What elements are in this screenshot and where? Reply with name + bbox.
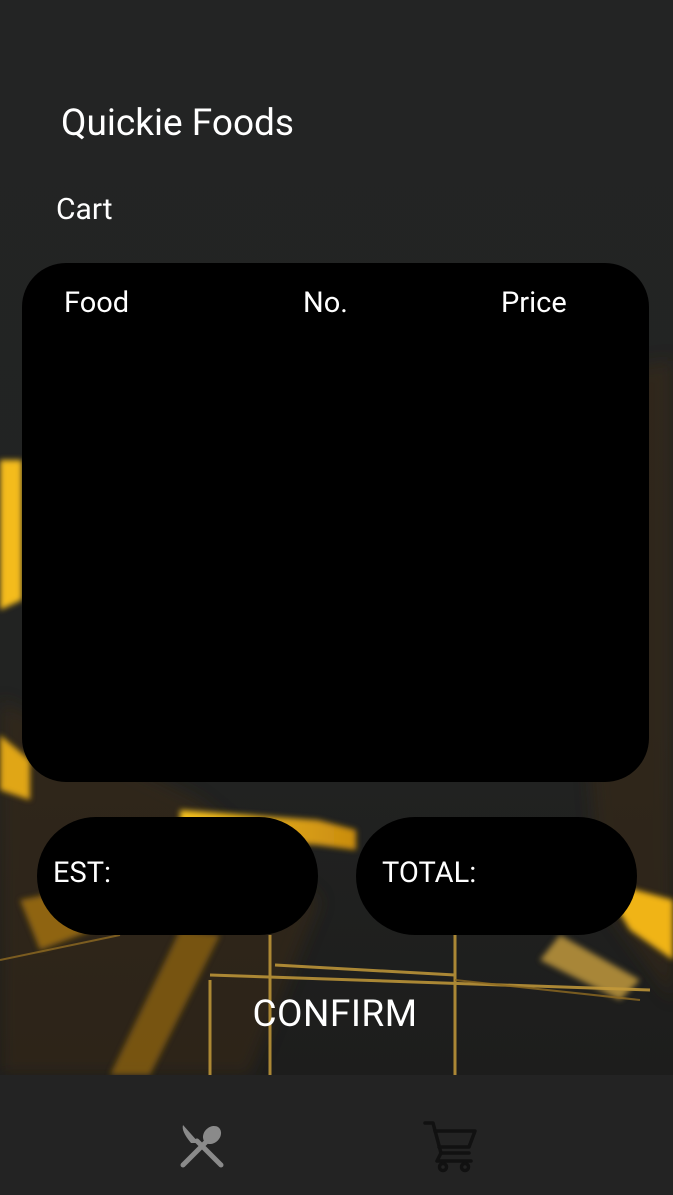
bottom-navigation-bar — [0, 1075, 673, 1195]
total-box: TOTAL: — [356, 817, 637, 935]
app-title: Quickie Foods — [61, 102, 295, 145]
total-label: TOTAL: — [382, 856, 477, 890]
confirm-button[interactable]: CONFIRM — [210, 978, 460, 1050]
estimate-label: EST: — [53, 856, 112, 890]
nav-cart-button[interactable] — [406, 1111, 496, 1181]
fork-knife-icon — [180, 1125, 224, 1168]
column-header-price: Price — [501, 286, 567, 320]
column-header-quantity: No. — [303, 286, 348, 320]
cart-table: Food No. Price — [22, 263, 649, 782]
cart-heading: Cart — [56, 192, 113, 227]
column-header-food: Food — [64, 286, 130, 320]
nav-menu-button[interactable] — [157, 1111, 247, 1181]
estimate-box: EST: — [37, 817, 318, 935]
shopping-cart-icon — [423, 1121, 477, 1173]
